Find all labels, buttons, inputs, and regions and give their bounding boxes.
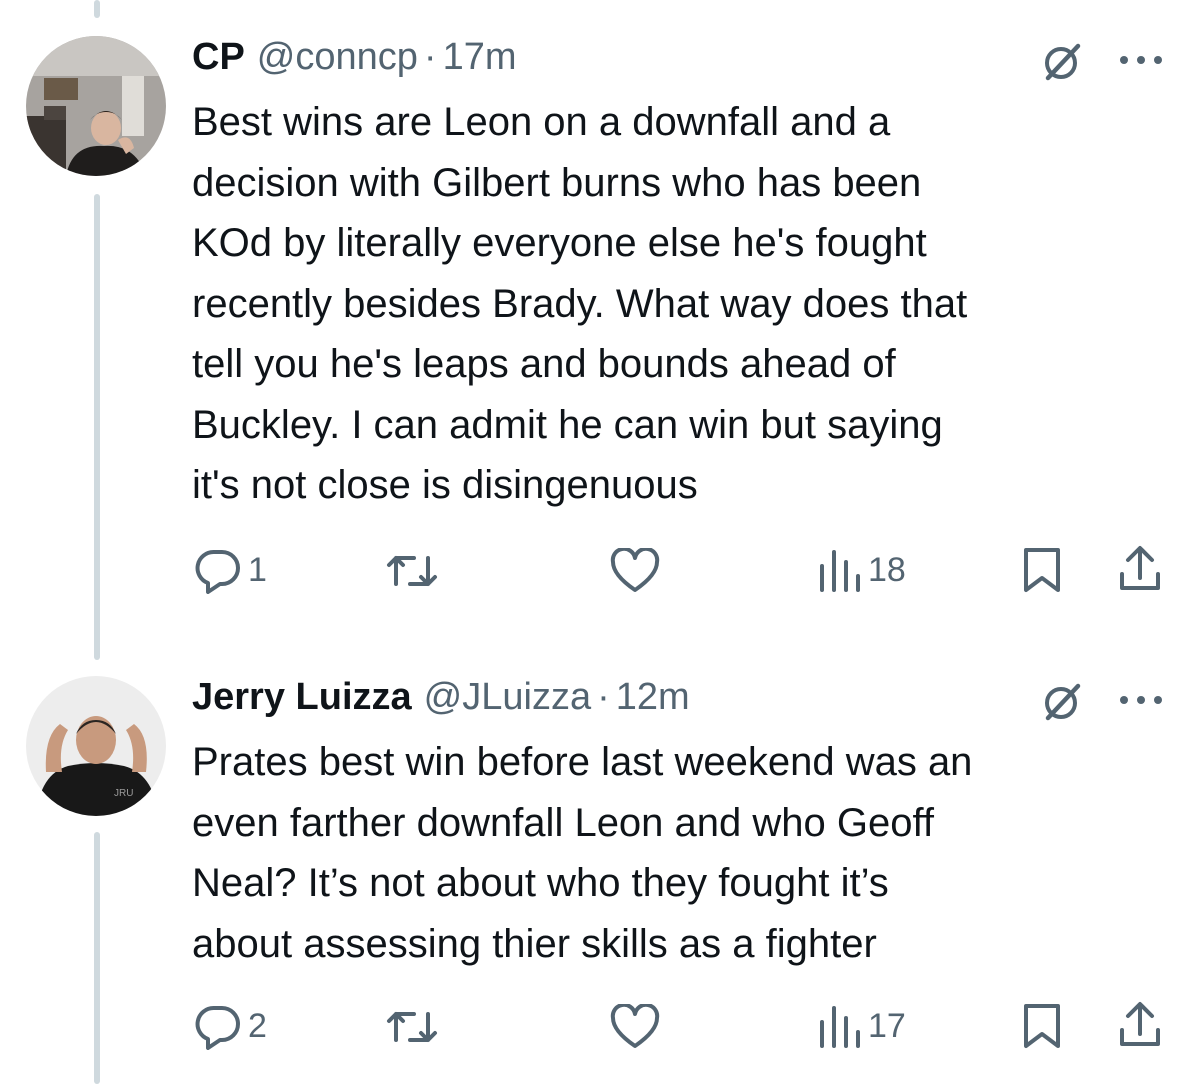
tweet-1[interactable]: CP @conncp · 17m Best wins are Leon on a… [0, 0, 1200, 640]
separator-dot: · [423, 36, 437, 78]
views-count: 18 [868, 550, 906, 589]
tweet-2[interactable]: JRU Jerry Luizza @JLuizza · 12m Prates b… [0, 660, 1200, 1084]
action-bar: 1 18 [0, 540, 1200, 600]
tweet-header: CP @conncp · 17m [192, 36, 517, 79]
user-handle[interactable]: @JLuizza [424, 676, 591, 719]
retweet-icon [386, 548, 438, 594]
share-icon [1116, 544, 1164, 594]
bookmark-button[interactable] [1022, 546, 1062, 594]
retweet-button[interactable] [386, 1004, 438, 1050]
reply-icon [194, 546, 242, 594]
tweet-header: Jerry Luizza @JLuizza · 12m [192, 676, 690, 719]
retweet-icon [386, 1004, 438, 1050]
bookmark-icon [1022, 546, 1062, 594]
reply-button[interactable]: 2 [194, 1002, 267, 1050]
tweet-text: Best wins are Leon on a downfall and a d… [192, 100, 968, 507]
like-icon [610, 548, 660, 594]
share-button[interactable] [1116, 1000, 1164, 1050]
timestamp[interactable]: 17m [443, 36, 517, 79]
grok-icon[interactable] [1040, 40, 1084, 84]
more-icon[interactable] [1116, 692, 1168, 708]
share-button[interactable] [1116, 544, 1164, 594]
timestamp[interactable]: 12m [616, 676, 690, 719]
avatar-shirt-text: JRU [114, 788, 133, 799]
like-icon [610, 1004, 660, 1050]
views-icon [818, 546, 862, 594]
like-button[interactable] [610, 548, 660, 594]
like-button[interactable] [610, 1004, 660, 1050]
bookmark-icon [1022, 1002, 1062, 1050]
reply-button[interactable]: 1 [194, 546, 267, 594]
avatar[interactable] [26, 36, 166, 176]
reply-count: 1 [248, 550, 267, 589]
views-icon [818, 1002, 862, 1050]
views-count: 17 [868, 1006, 906, 1045]
user-handle[interactable]: @conncp [257, 36, 418, 79]
avatar[interactable]: JRU [26, 676, 166, 816]
views-button[interactable]: 17 [818, 1002, 906, 1050]
separator-dot: · [597, 676, 610, 718]
reply-icon [194, 1002, 242, 1050]
views-button[interactable]: 18 [818, 546, 906, 594]
more-icon[interactable] [1116, 52, 1168, 68]
action-bar: 2 17 [0, 996, 1200, 1056]
bookmark-button[interactable] [1022, 1002, 1062, 1050]
grok-icon[interactable] [1040, 680, 1084, 724]
reply-count: 2 [248, 1006, 267, 1045]
retweet-button[interactable] [386, 548, 438, 594]
tweet-text: Prates best win before last weekend was … [192, 740, 973, 966]
display-name[interactable]: Jerry Luizza [192, 676, 412, 719]
display-name[interactable]: CP [192, 36, 245, 79]
share-icon [1116, 1000, 1164, 1050]
